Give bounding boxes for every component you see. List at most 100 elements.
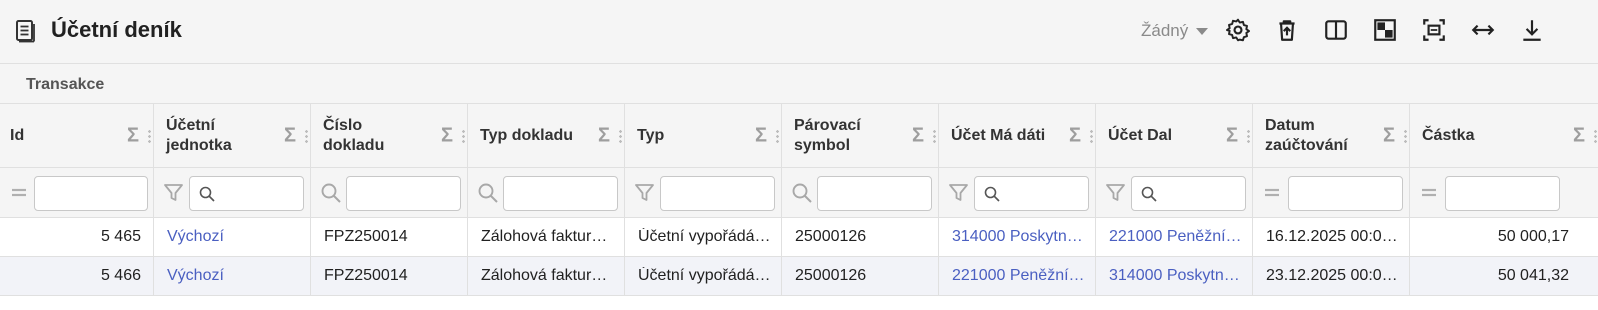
filter-input[interactable] [346,176,461,211]
filter-type-button[interactable] [1419,182,1441,204]
column-resize-handle[interactable] [1594,128,1597,143]
cell-link[interactable]: Výchozí [167,267,300,285]
filter-input[interactable] [1445,176,1560,211]
filter-input[interactable] [1288,176,1403,211]
cell-link[interactable]: 221000 Peněžní prostředky [1109,228,1242,246]
column-header[interactable]: Id Σ [0,104,154,167]
filter-funnel-icon[interactable] [1105,182,1127,204]
equals-icon[interactable] [9,182,31,204]
filter-type-button[interactable] [9,182,31,204]
expand-width-button[interactable] [1467,14,1499,46]
table-cell: 314000 Poskytnuté zálohy [939,218,1096,256]
filter-type-button[interactable] [948,182,970,204]
column-resize-handle[interactable] [462,128,465,143]
column-resize-handle[interactable] [1090,128,1093,143]
column-header[interactable]: Datum zaúčtování Σ [1253,104,1410,167]
filter-funnel-icon[interactable] [634,182,656,204]
journal-icon [16,20,35,43]
sigma-icon[interactable]: Σ [598,124,610,147]
table-cell: 50 000,17 [1410,218,1598,256]
sigma-icon[interactable]: Σ [912,124,924,147]
filter-funnel-icon[interactable] [163,182,185,204]
column-resize-handle[interactable] [305,128,308,143]
filter-input[interactable] [189,176,304,211]
download-button[interactable] [1516,14,1548,46]
column-header-label: Datum zaúčtování [1265,116,1348,154]
search-icon [199,186,215,202]
search-icon[interactable] [477,182,499,204]
sigma-icon[interactable]: Σ [1383,124,1395,147]
transactions-table: Id Σ Účetní jednotka Σ Číslo dokladu Σ Typ dok… [0,104,1598,296]
column-header[interactable]: Typ Σ [625,104,782,167]
column-resize-handle[interactable] [933,128,936,143]
cell-text: Zálohová faktura přijatá [481,267,614,284]
search-icon[interactable] [791,182,813,204]
column-resize-handle[interactable] [1247,128,1250,143]
search-icon[interactable] [320,182,342,204]
cell-text: 5 465 [100,228,141,245]
column-header[interactable]: Účet Dal Σ [1096,104,1253,167]
filter-type-button[interactable] [477,182,499,204]
filter-input[interactable] [503,176,618,211]
column-header[interactable]: Účet Má dáti Σ [939,104,1096,167]
column-header-label: Typ [637,126,665,144]
filter-cell [625,168,782,217]
sigma-icon[interactable]: Σ [284,124,296,147]
table-cell: Účetní vypořádání zálohy [625,257,782,295]
cell-text: 25000126 [795,267,867,284]
table-cell: Zálohová faktura přijatá [468,257,625,295]
table-header-row: Id Σ Účetní jednotka Σ Číslo dokladu Σ Typ dok… [0,104,1598,168]
table-cell: FPZ250014 [311,257,468,295]
column-header[interactable]: Účetní jednotka Σ [154,104,311,167]
column-resize-handle[interactable] [776,128,779,143]
column-header[interactable]: Číslo dokladu Σ [311,104,468,167]
cell-link[interactable]: 314000 Poskytnuté zálohy [1109,267,1242,285]
settings-button[interactable] [1222,14,1254,46]
equals-icon[interactable] [1262,182,1284,204]
top-bar: Účetní deník Žádný [0,0,1598,64]
cell-link[interactable]: 221000 Peněžní prostředky [952,267,1085,285]
column-header[interactable]: Typ dokladu Σ [468,104,625,167]
sigma-icon[interactable]: Σ [1226,124,1238,147]
cell-link[interactable]: Výchozí [167,228,300,246]
sigma-icon[interactable]: Σ [441,124,453,147]
filter-input[interactable] [34,176,148,211]
column-resize-handle[interactable] [1404,128,1407,143]
table-row[interactable]: 5 466 Výchozí FPZ250014 Zálohová faktura př… [0,257,1598,296]
table-row[interactable]: 5 465 Výchozí FPZ250014 Zálohová faktura př… [0,218,1598,257]
sigma-icon[interactable]: Σ [127,124,139,147]
filter-cell [1096,168,1253,217]
filter-funnel-icon[interactable] [948,182,970,204]
view-selector[interactable]: Žádný [1141,21,1188,41]
column-header-label: Číslo dokladu [323,116,385,154]
filter-type-button[interactable] [634,182,656,204]
filter-type-button[interactable] [1105,182,1127,204]
sigma-icon[interactable]: Σ [1069,124,1081,147]
column-resize-handle[interactable] [148,128,151,143]
sigma-icon[interactable]: Σ [1573,124,1585,147]
section-label: Transakce [26,76,105,93]
filter-input[interactable] [974,176,1089,211]
filter-type-button[interactable] [791,182,813,204]
focus-frame-icon [1423,19,1445,41]
filter-input[interactable] [817,176,932,211]
focus-button[interactable] [1418,14,1450,46]
filter-input[interactable] [660,176,775,211]
chevron-down-icon[interactable] [1196,28,1208,35]
search-icon [1141,186,1157,202]
equals-icon[interactable] [1419,182,1441,204]
sigma-icon[interactable]: Σ [755,124,767,147]
filter-type-button[interactable] [163,182,185,204]
column-header-label: Účet Má dáti [951,126,1046,144]
filter-type-button[interactable] [320,182,342,204]
split-view-button[interactable] [1320,14,1352,46]
filter-type-button[interactable] [1262,182,1284,204]
column-header[interactable]: Částka Σ [1410,104,1598,167]
column-resize-handle[interactable] [619,128,622,143]
layout-button[interactable] [1369,14,1401,46]
table-cell: 5 465 [0,218,154,256]
cell-link[interactable]: 314000 Poskytnuté zálohy [952,228,1085,246]
delete-button[interactable] [1271,14,1303,46]
filter-input[interactable] [1131,176,1246,211]
column-header[interactable]: Párovací symbol Σ [782,104,939,167]
